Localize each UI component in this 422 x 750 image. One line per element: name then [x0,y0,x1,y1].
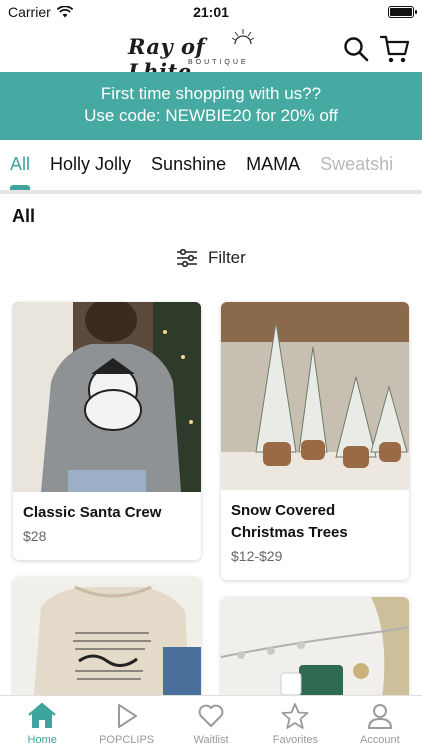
home-icon [28,702,56,728]
product-name: Classic Santa Crew [23,504,162,521]
product-card[interactable] [13,577,201,707]
brand-logo[interactable]: Ray of Lhite BOUTIQUE [128,28,254,84]
tab-mama[interactable]: MAMA [236,140,310,190]
tab-sweatshirts[interactable]: Sweatshi [310,140,403,190]
category-tabs: All Holly Jolly Sunshine MAMA Sweatshi [0,140,422,190]
product-card[interactable]: Classic Santa Crew $28 [13,302,201,560]
tabs-divider [0,190,422,194]
promo-line-2: Use code: NEWBIE20 for 20% off [84,106,338,125]
promo-banner[interactable]: First time shopping with us?? Use code: … [0,72,422,140]
product-image [13,577,201,707]
nav-account-label: Account [359,734,400,746]
product-image [221,302,409,490]
nav-favorites[interactable]: Favorites [253,696,337,750]
nav-home-label: Home [27,734,57,746]
bottom-tab-bar: Home POPCLIPS Waitlist Favorites Account [0,695,422,750]
play-icon [117,704,137,728]
cart-icon[interactable] [380,34,410,64]
brand-tagline: BOUTIQUE [188,59,249,66]
tab-sunshine[interactable]: Sunshine [141,140,236,190]
filter-label: Filter [208,248,246,267]
nav-account[interactable]: Account [338,696,422,750]
product-image [13,302,201,492]
product-price: $28 [23,528,47,544]
filter-sliders-icon [177,249,197,267]
nav-waitlist-label: Waitlist [193,734,229,746]
product-name: Snow Covered Christmas Trees [231,502,348,541]
app-header: Ray of Lhite BOUTIQUE [0,24,422,84]
nav-home[interactable]: Home [0,696,84,750]
battery-icon [388,6,417,18]
heart-icon [198,704,224,727]
nav-waitlist[interactable]: Waitlist [169,696,253,750]
section-title: All [12,206,36,226]
status-bar: Carrier 21:01 [0,0,422,24]
nav-popclips-label: POPCLIPS [99,734,155,746]
product-price: $12-$29 [231,548,283,564]
sun-icon [232,29,254,45]
filter-button[interactable]: Filter [176,248,246,268]
promo-line-1: First time shopping with us?? [100,84,322,103]
product-image [221,597,409,707]
tab-holly-jolly[interactable]: Holly Jolly [40,140,141,190]
nav-popclips[interactable]: POPCLIPS [84,696,168,750]
clock: 21:01 [193,4,229,20]
product-card[interactable]: Snow Covered Christmas Trees $12-$29 [221,302,409,580]
star-icon [282,703,309,729]
tab-all[interactable]: All [0,140,40,190]
user-icon [367,704,392,729]
search-icon[interactable] [343,36,369,62]
product-card[interactable] [221,597,409,707]
nav-favorites-label: Favorites [272,734,319,746]
